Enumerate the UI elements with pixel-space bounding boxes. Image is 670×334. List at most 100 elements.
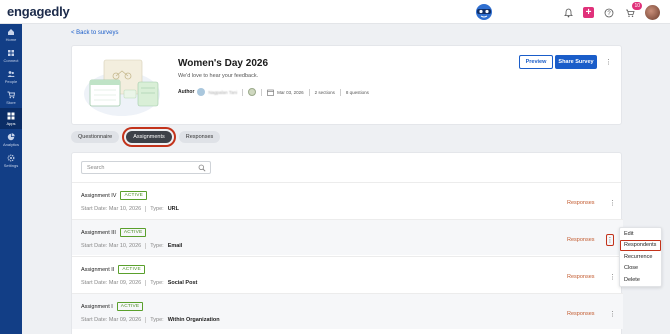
responses-link[interactable]: Responses [567,237,595,243]
calendar-icon [267,89,274,96]
assignment-type: URL [167,206,179,212]
status-badge: ACTIVE [116,302,144,311]
assignment-row[interactable]: Assignment II ACTIVE Start Date: Mar 09, … [72,256,623,292]
row-menu-icon[interactable]: ⋮ [609,200,616,207]
author-name: Nagpalan Tani [208,89,238,95]
status-badge: ACTIVE [120,191,147,200]
bell-icon[interactable] [562,7,574,19]
menu-item-respondents[interactable]: Respondents [620,239,661,251]
notification-badge: 10 [632,1,642,10]
row-menu-icon[interactable]: ⋮ [609,274,616,281]
sidebar-item-label: Store [6,99,16,105]
sidebar-item-analytics[interactable]: Analytics [0,129,22,150]
sidebar: Home Connect People Store Apps Analytics… [0,24,22,334]
responses-link[interactable]: Responses [567,200,595,206]
survey-subtitle: We'd love to hear your feedback. [178,73,259,79]
divider [145,206,147,212]
author-label: Author [178,89,195,95]
sidebar-item-settings[interactable]: Settings [0,150,22,171]
sidebar-item-label: Home [5,36,17,42]
cart-icon[interactable]: 10 [624,1,642,19]
divider [339,88,341,96]
back-to-surveys-link[interactable]: < Back to surveys [71,30,119,36]
menu-item-delete[interactable]: Delete [620,274,661,286]
assignment-row[interactable]: Assignment I ACTIVE Start Date: Mar 09, 2… [72,293,623,329]
responses-link[interactable]: Responses [567,311,595,317]
tab-bar: Questionnaire Assignments Responses [71,127,221,147]
start-date: Start Date: Mar 09, 2026 [81,280,142,286]
settings-icon [7,154,15,161]
divider [261,88,263,96]
type-label: Type: [150,243,164,249]
responses-link[interactable]: Responses [567,274,595,280]
analytics-icon [7,132,15,140]
sidebar-item-label: Settings [3,162,19,168]
menu-item-close[interactable]: Close [620,263,661,275]
sidebar-item-label: People [4,78,18,84]
assignment-type: Within Organization [167,317,220,323]
assignment-name: Assignment III [81,229,116,236]
sidebar-item-label: Apps [6,120,16,126]
sidebar-item-connect[interactable]: Connect [0,45,22,66]
divider [242,88,244,96]
search-placeholder: Search [87,164,105,171]
share-survey-button[interactable]: Share Survey [555,55,597,69]
sidebar-item-label: Connect [3,57,19,63]
store-icon [7,91,15,98]
assignment-name: Assignment IV [81,192,117,199]
home-icon [8,28,14,35]
divider [145,317,147,323]
survey-illustration [84,59,160,116]
status-badge: ACTIVE [118,265,145,274]
divider [145,243,147,249]
menu-item-edit[interactable]: Edit [620,228,661,240]
secondary-avatar [248,88,257,96]
brand-logo[interactable]: engagedly [7,4,70,19]
sidebar-item-home[interactable]: Home [0,24,22,45]
tab-questionnaire[interactable]: Questionnaire [71,131,120,143]
connect-icon [8,49,14,56]
assignment-type: Social Post [167,280,198,286]
help-icon[interactable]: ? [603,7,615,19]
type-label: Type: [150,280,164,286]
row-menu-icon[interactable]: ⋮ [606,234,614,246]
preview-button[interactable]: Preview [519,55,553,69]
author-avatar [197,88,206,96]
user-avatar[interactable] [645,5,660,20]
survey-date: Mar 03, 2026 [277,89,304,95]
people-icon [7,70,15,77]
sidebar-item-apps[interactable]: Apps [0,108,22,129]
sections-count: 2 sections [314,89,335,95]
sidebar-item-people[interactable]: People [0,66,22,87]
type-label: Type: [150,206,164,212]
top-bar: engagedly + ? 10 [0,0,670,24]
start-date: Start Date: Mar 09, 2026 [81,317,142,323]
tab-responses[interactable]: Responses [178,131,221,143]
assignment-row[interactable]: Assignment IV ACTIVE Start Date: Mar 10, … [72,182,623,218]
questions-count: 8 questions [345,89,369,95]
assignment-name: Assignment I [81,303,113,310]
sidebar-item-label: Analytics [2,141,19,147]
tab-assignments[interactable]: Assignments [122,127,176,147]
survey-title: Women's Day 2026 [178,58,269,69]
assignments-card: Search Assignment IV ACTIVE Start Date: M… [71,152,623,334]
add-icon[interactable]: + [583,7,594,18]
row-menu-icon[interactable]: ⋮ [609,311,616,318]
mascot-icon [476,4,492,20]
more-options-icon[interactable]: ⋮ [605,59,612,66]
sidebar-item-store[interactable]: Store [0,87,22,108]
survey-header-card: Women's Day 2026 We'd love to hear your … [71,45,622,125]
divider [308,88,310,96]
assignment-row[interactable]: Assignment III ACTIVE Start Date: Mar 10,… [72,219,623,255]
apps-icon [7,112,15,119]
search-input[interactable]: Search [81,161,211,174]
menu-item-recurrence[interactable]: Recurrence [620,251,661,263]
search-icon [198,164,206,172]
divider [145,280,147,286]
type-label: Type: [150,317,164,323]
survey-meta: Author Nagpalan Tani Mar 03, 2026 2 sect… [178,88,369,96]
row-context-menu: Edit Respondents Recurrence Close Delete [619,227,662,287]
start-date: Start Date: Mar 10, 2026 [81,243,142,249]
assignment-type: Email [167,243,183,249]
status-badge: ACTIVE [119,228,147,237]
